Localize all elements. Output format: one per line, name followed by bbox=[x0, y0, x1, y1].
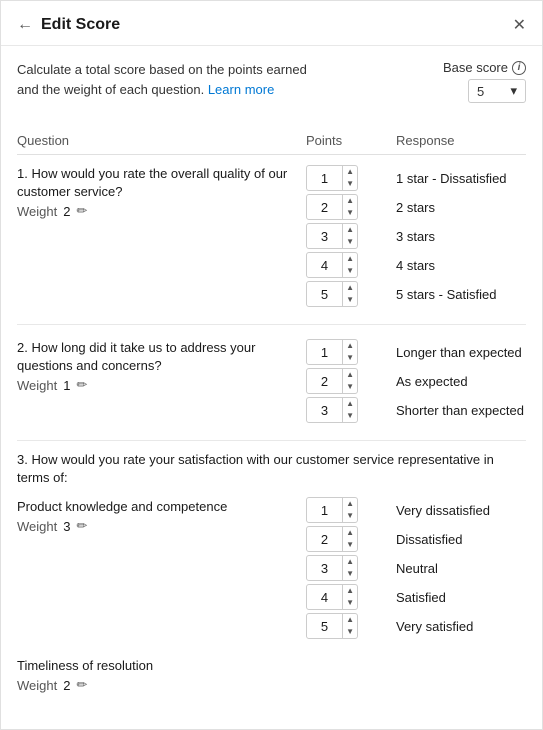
response-2-3: Shorter than expected bbox=[396, 397, 526, 423]
response-1-2: 2 stars bbox=[396, 194, 526, 220]
edit-weight-2-icon[interactable]: ✏ bbox=[76, 377, 87, 393]
question-text-3: 3. How would you rate your satisfaction … bbox=[17, 451, 526, 487]
back-button[interactable]: ← bbox=[17, 16, 33, 34]
question-block-1: 1. How would you rate the overall qualit… bbox=[17, 161, 526, 314]
spinner-up[interactable]: ▲ bbox=[343, 166, 357, 178]
sub-item-3-1: Product knowledge and competence Weight … bbox=[17, 497, 306, 542]
spinner-up[interactable]: ▲ bbox=[343, 527, 357, 539]
points-spinner-3-4[interactable]: 4▲▼ bbox=[306, 584, 358, 610]
divider-1 bbox=[17, 324, 526, 325]
sub-item-row-3-1: Product knowledge and competence Weight … bbox=[17, 493, 526, 646]
spinner-up[interactable]: ▲ bbox=[343, 340, 357, 352]
spinner-down[interactable]: ▼ bbox=[343, 236, 357, 248]
spinner-down[interactable]: ▼ bbox=[343, 207, 357, 219]
points-spinner-1-1[interactable]: 1▲▼ bbox=[306, 165, 358, 191]
points-spinner-2-2[interactable]: 2▲▼ bbox=[306, 368, 358, 394]
spinner-up[interactable]: ▲ bbox=[343, 556, 357, 568]
chevron-down-icon: ▾ bbox=[510, 83, 517, 99]
base-score-value: 5 bbox=[477, 84, 484, 99]
question-text-2: 2. How long did it take us to address yo… bbox=[17, 339, 306, 401]
edit-weight-3-2-icon[interactable]: ✏ bbox=[76, 677, 87, 693]
response-2-1: Longer than expected bbox=[396, 339, 526, 365]
col-points: Points bbox=[306, 133, 396, 148]
weight-row-1: Weight 2 ✏ bbox=[17, 201, 306, 227]
spinner-down[interactable]: ▼ bbox=[343, 597, 357, 609]
response-col-2: Longer than expected As expected Shorter… bbox=[396, 339, 526, 426]
spinner-up[interactable]: ▲ bbox=[343, 369, 357, 381]
points-spinner-3-3[interactable]: 3▲▼ bbox=[306, 555, 358, 581]
edit-weight-1-icon[interactable]: ✏ bbox=[76, 203, 87, 219]
response-3-1-3: Neutral bbox=[396, 555, 526, 581]
points-col-1: 1▲▼ 2▲▼ 3▲▼ 4▲▼ 5▲▼ bbox=[306, 165, 396, 310]
points-col-3-1: 1▲▼ 2▲▼ 3▲▼ 4▲▼ 5▲▼ bbox=[306, 497, 396, 642]
spinner-down[interactable]: ▼ bbox=[343, 510, 357, 522]
spinner-down[interactable]: ▼ bbox=[343, 294, 357, 306]
spinner-down[interactable]: ▼ bbox=[343, 410, 357, 422]
response-3-1-5: Very satisfied bbox=[396, 613, 526, 639]
edit-score-panel: ← Edit Score ✕ Calculate a total score b… bbox=[0, 0, 543, 730]
sub-item-3-2: Timeliness of resolution Weight 2 ✏ bbox=[17, 656, 306, 701]
learn-more-link[interactable]: Learn more bbox=[208, 82, 274, 97]
response-1-4: 4 stars bbox=[396, 252, 526, 278]
points-col-2: 1▲▼ 2▲▼ 3▲▼ bbox=[306, 339, 396, 426]
spinner-down[interactable]: ▼ bbox=[343, 352, 357, 364]
weight-row-3-2: Weight 2 ✏ bbox=[17, 675, 306, 701]
spinner-up[interactable]: ▲ bbox=[343, 585, 357, 597]
response-1-1: 1 star - Dissatisfied bbox=[396, 165, 526, 191]
points-spinner-1-2[interactable]: 2▲▼ bbox=[306, 194, 358, 220]
response-3-1-2: Dissatisfied bbox=[396, 526, 526, 552]
spinner-up[interactable]: ▲ bbox=[343, 253, 357, 265]
close-button[interactable]: ✕ bbox=[513, 15, 526, 35]
description-text: Calculate a total score based on the poi… bbox=[17, 60, 317, 99]
spinner-down[interactable]: ▼ bbox=[343, 626, 357, 638]
spinner-down[interactable]: ▼ bbox=[343, 265, 357, 277]
points-spinner-1-3[interactable]: 3▲▼ bbox=[306, 223, 358, 249]
question-row-1: 1. How would you rate the overall qualit… bbox=[17, 161, 526, 314]
edit-weight-3-1-icon[interactable]: ✏ bbox=[76, 518, 87, 534]
points-spinner-1-4[interactable]: 4▲▼ bbox=[306, 252, 358, 278]
response-col-3-1: Very dissatisfied Dissatisfied Neutral S… bbox=[396, 497, 526, 642]
header-left: ← Edit Score bbox=[17, 16, 120, 34]
weight-row-3-1: Weight 3 ✏ bbox=[17, 516, 306, 542]
spinner-down[interactable]: ▼ bbox=[343, 178, 357, 190]
spinner-up[interactable]: ▲ bbox=[343, 614, 357, 626]
question-text-1: 1. How would you rate the overall qualit… bbox=[17, 165, 306, 227]
spinner-up[interactable]: ▲ bbox=[343, 398, 357, 410]
points-spinner-1-5[interactable]: 5▲▼ bbox=[306, 281, 358, 307]
info-icon: i bbox=[512, 61, 526, 75]
table-header: Question Points Response bbox=[17, 127, 526, 155]
question-row-2: 2. How long did it take us to address yo… bbox=[17, 335, 526, 430]
response-3-1-1: Very dissatisfied bbox=[396, 497, 526, 523]
base-score-label: Base score i bbox=[443, 60, 526, 75]
response-1-3: 3 stars bbox=[396, 223, 526, 249]
spinner-up[interactable]: ▲ bbox=[343, 282, 357, 294]
weight-row-2: Weight 1 ✏ bbox=[17, 375, 306, 401]
panel-body: Calculate a total score based on the poi… bbox=[1, 46, 542, 729]
points-spinner-3-5[interactable]: 5▲▼ bbox=[306, 613, 358, 639]
response-3-1-4: Satisfied bbox=[396, 584, 526, 610]
sub-item-row-3-2: Timeliness of resolution Weight 2 ✏ bbox=[17, 652, 526, 705]
spinner-up[interactable]: ▲ bbox=[343, 195, 357, 207]
points-spinner-3-2[interactable]: 2▲▼ bbox=[306, 526, 358, 552]
spinner-up[interactable]: ▲ bbox=[343, 224, 357, 236]
response-1-5: 5 stars - Satisfied bbox=[396, 281, 526, 307]
spinner-up[interactable]: ▲ bbox=[343, 498, 357, 510]
spinner-down[interactable]: ▼ bbox=[343, 568, 357, 580]
question-block-3: 3. How would you rate your satisfaction … bbox=[17, 451, 526, 705]
spinner-down[interactable]: ▼ bbox=[343, 539, 357, 551]
question-block-2: 2. How long did it take us to address yo… bbox=[17, 335, 526, 430]
col-response: Response bbox=[396, 133, 526, 148]
points-spinner-2-3[interactable]: 3▲▼ bbox=[306, 397, 358, 423]
col-question: Question bbox=[17, 133, 306, 148]
divider-2 bbox=[17, 440, 526, 441]
points-spinner-3-1[interactable]: 1▲▼ bbox=[306, 497, 358, 523]
response-2-2: As expected bbox=[396, 368, 526, 394]
response-col-1: 1 star - Dissatisfied 2 stars 3 stars 4 … bbox=[396, 165, 526, 310]
points-spinner-2-1[interactable]: 1▲▼ bbox=[306, 339, 358, 365]
base-score-select[interactable]: 5 ▾ bbox=[468, 79, 526, 103]
panel-header: ← Edit Score ✕ bbox=[1, 1, 542, 46]
panel-title: Edit Score bbox=[41, 16, 120, 34]
spinner-down[interactable]: ▼ bbox=[343, 381, 357, 393]
